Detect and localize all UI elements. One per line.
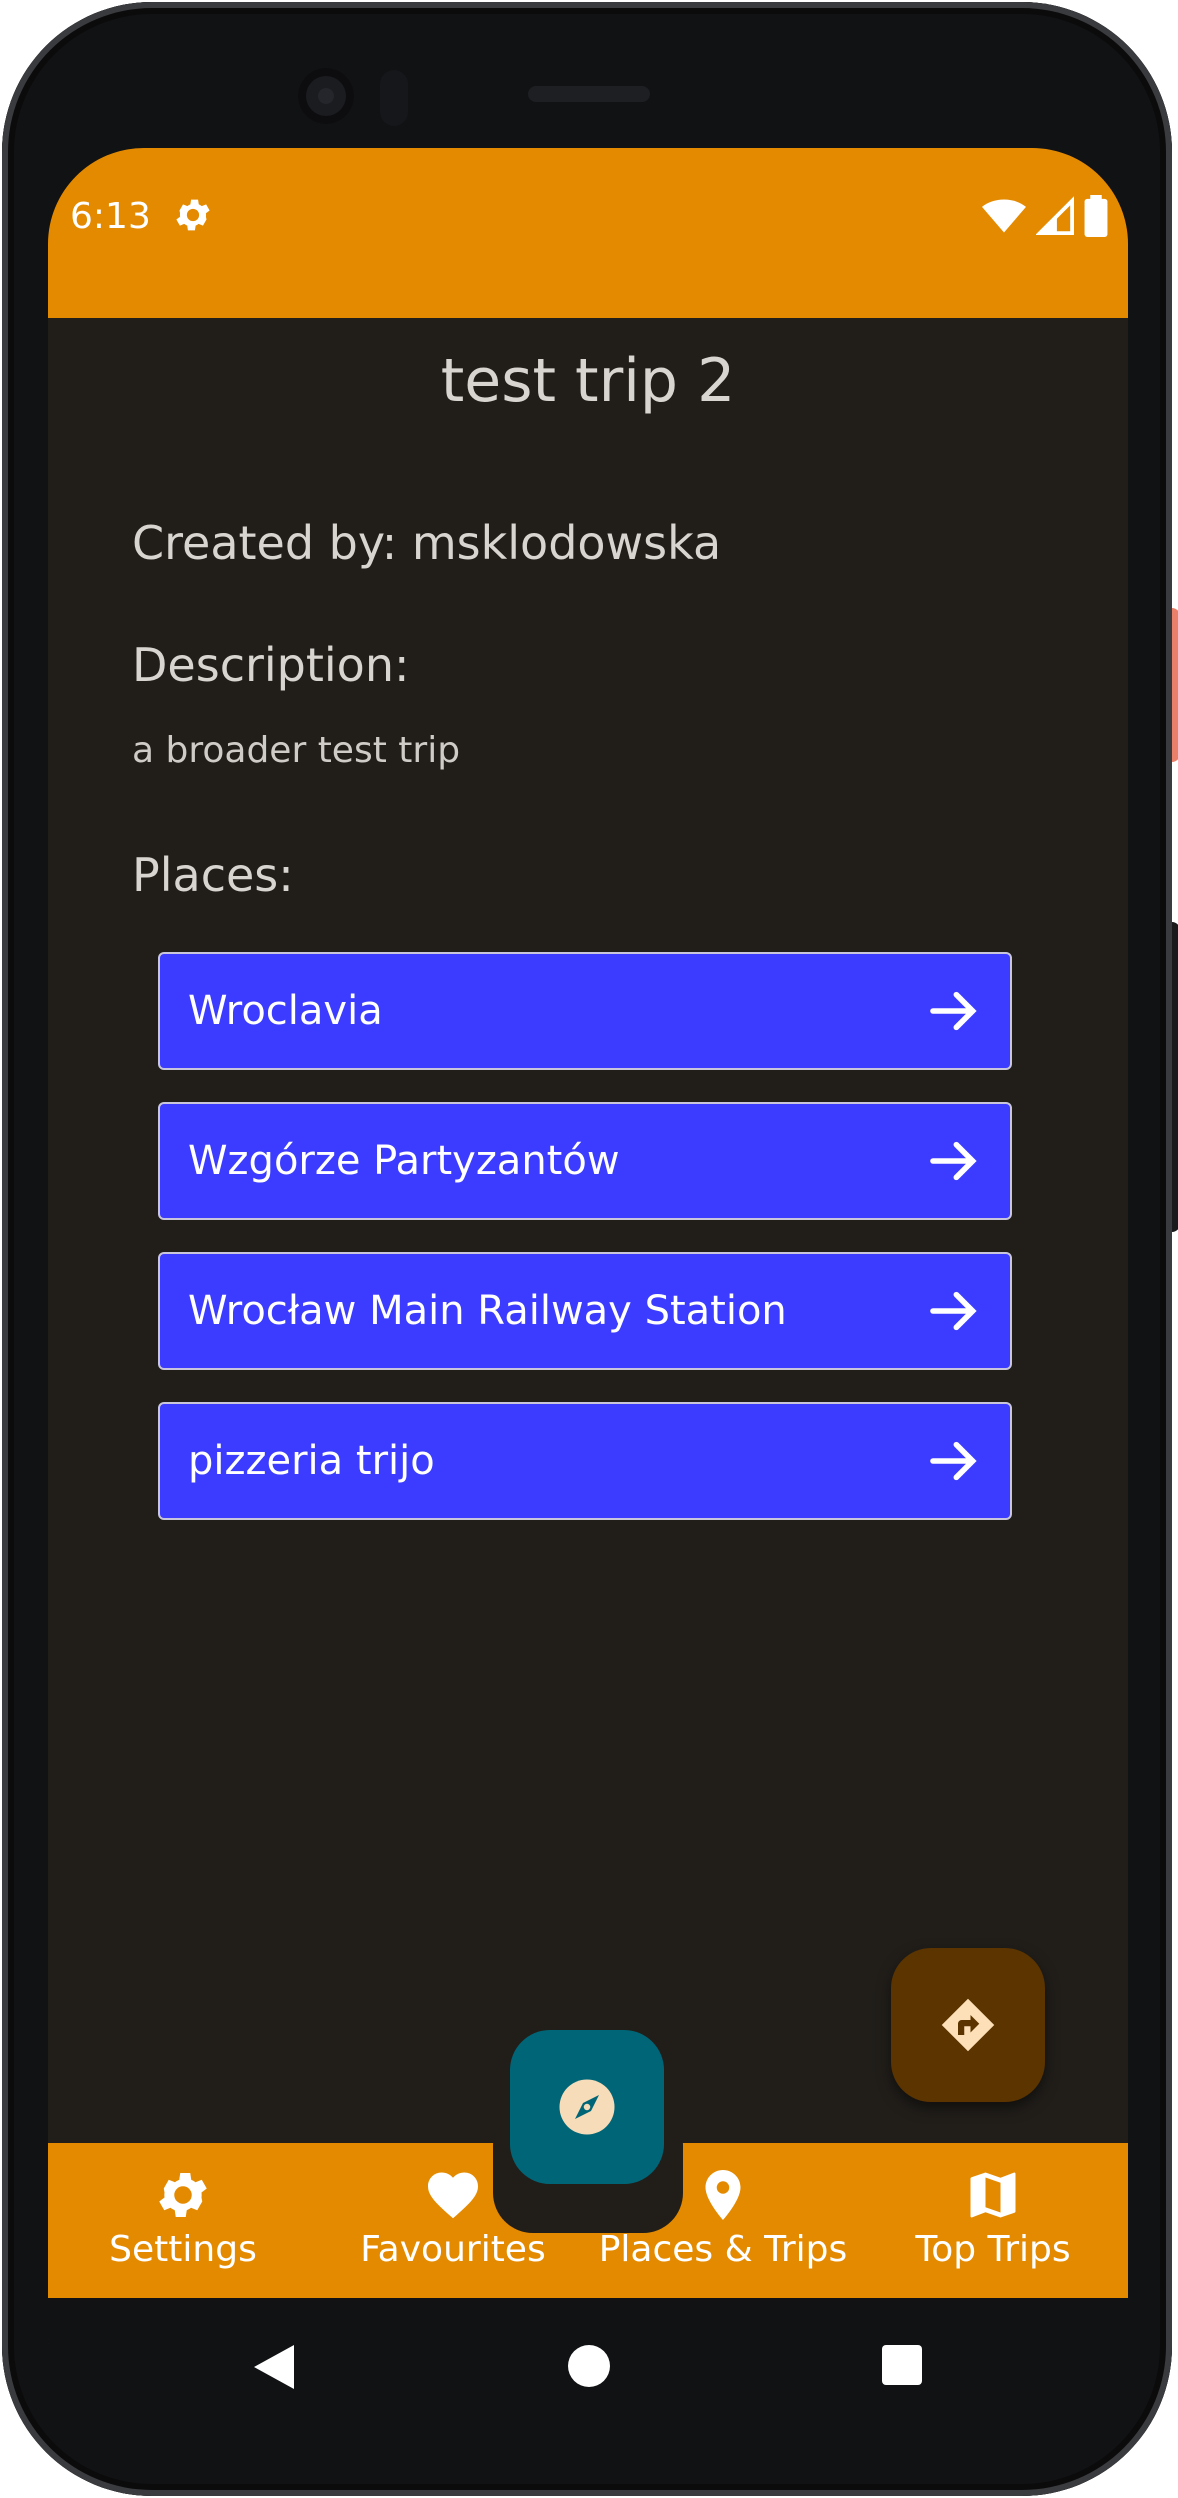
place-name: Wrocław Main Railway Station	[188, 1288, 787, 1334]
heart-icon	[428, 2172, 478, 2219]
arrow-right-icon	[930, 1291, 977, 1331]
description-heading: Description:	[132, 638, 410, 692]
place-button-wroclaw-main-railway-station[interactable]: Wrocław Main Railway Station	[158, 1252, 1012, 1370]
nav-label: Favourites	[360, 2229, 546, 2270]
arrow-right-icon	[930, 991, 977, 1031]
places-heading: Places:	[132, 848, 294, 902]
settings-status-icon	[176, 199, 210, 231]
directions-fab[interactable]	[891, 1948, 1045, 2102]
created-by-text: Created by: msklodowska	[132, 516, 722, 570]
screen: 6:13 test trip 2 Created by: msklodowska…	[48, 148, 1128, 2428]
place-button-wroclavia[interactable]: Wroclavia	[158, 952, 1012, 1070]
phone-frame: 6:13 test trip 2 Created by: msklodowska…	[2, 2, 1178, 2496]
status-icons	[982, 194, 1108, 238]
nav-favourites[interactable]: Favourites	[318, 2143, 588, 2298]
wifi-icon	[982, 199, 1026, 233]
back-icon[interactable]	[254, 2345, 294, 2389]
recents-icon[interactable]	[882, 2345, 922, 2385]
battery-icon	[1084, 195, 1108, 237]
status-time: 6:13	[70, 196, 151, 237]
place-button-pizzeria-trijo[interactable]: pizzeria trijo	[158, 1402, 1012, 1520]
earpiece-speaker	[528, 86, 650, 102]
nav-label: Top Trips	[915, 2229, 1071, 2270]
nav-places-trips[interactable]: Places & Trips	[588, 2143, 858, 2298]
home-icon[interactable]	[568, 2345, 610, 2387]
nav-label: Settings	[109, 2229, 257, 2270]
nav-top-trips[interactable]: Top Trips	[858, 2143, 1128, 2298]
place-name: pizzeria trijo	[188, 1438, 435, 1484]
arrow-right-icon	[930, 1141, 977, 1181]
arrow-right-icon	[930, 1441, 977, 1481]
gear-icon	[159, 2173, 207, 2217]
nav-label: Places & Trips	[598, 2229, 848, 2270]
signal-icon	[1036, 196, 1074, 235]
description-text: a broader test trip	[132, 730, 461, 771]
sensor	[380, 70, 408, 126]
power-button	[1172, 608, 1178, 762]
map-icon	[970, 2172, 1016, 2218]
directions-icon	[941, 1998, 995, 2052]
status-bar: 6:13	[48, 148, 1128, 318]
place-name: Wzgórze Partyzantów	[188, 1138, 620, 1184]
place-name: Wroclavia	[188, 988, 383, 1034]
place-button-wzgorze-partyzantow[interactable]: Wzgórze Partyzantów	[158, 1102, 1012, 1220]
volume-button	[1172, 922, 1178, 1232]
page-title: test trip 2	[440, 346, 736, 416]
nav-settings[interactable]: Settings	[48, 2143, 318, 2298]
compass-icon	[559, 2079, 615, 2135]
front-camera	[298, 68, 354, 124]
location-pin-icon	[705, 2170, 741, 2220]
